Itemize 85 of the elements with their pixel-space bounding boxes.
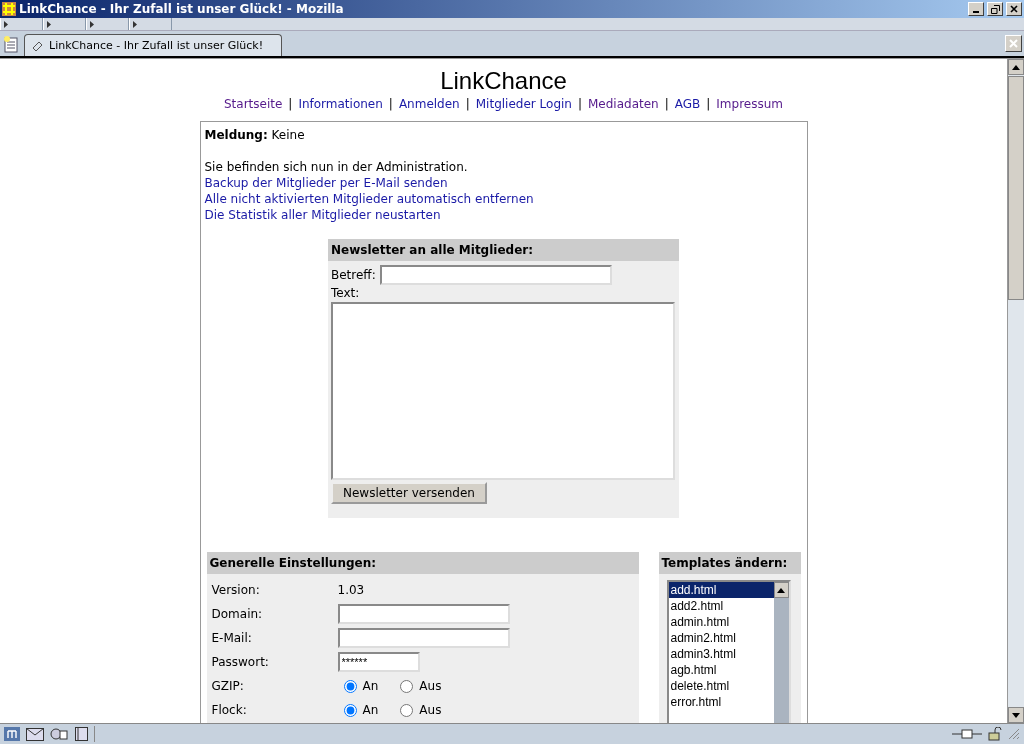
field-label: Version: (211, 583, 261, 597)
radio-button[interactable] (343, 679, 357, 693)
browser-tab[interactable]: LinkChance - Ihr Zufall ist unser Glück! (24, 34, 282, 56)
nav-link[interactable]: Mediadaten (588, 97, 659, 111)
caret-icon (47, 20, 51, 28)
field-label: Flock: (211, 703, 248, 717)
section-header: Templates ändern: (658, 552, 801, 574)
toolbar-grip[interactable] (43, 18, 86, 30)
field-label: GZIP: (211, 679, 245, 693)
up-arrow-icon (1012, 64, 1020, 70)
new-tab-icon[interactable] (2, 34, 20, 53)
toolbar-grip[interactable] (86, 18, 129, 30)
template-list[interactable]: add.html add2.html admin.html admin2.html admin3.html agb.html delete.html error.html (666, 580, 791, 723)
radio-button[interactable] (343, 703, 357, 717)
toolbar-grip[interactable] (0, 18, 43, 30)
caret-icon (133, 20, 137, 28)
list-item[interactable]: error.html (668, 694, 774, 710)
up-arrow-icon (777, 587, 785, 593)
radio-label: Aus (419, 703, 442, 717)
message-text: Meldung: Keine (204, 127, 306, 143)
input-field[interactable] (337, 604, 510, 624)
nav-link[interactable]: Informationen (298, 97, 383, 111)
scroll-down-button[interactable] (1008, 707, 1024, 723)
site-heading: LinkChance (440, 67, 567, 95)
close-icon (1010, 5, 1018, 13)
list-item[interactable]: add2.html (668, 598, 774, 614)
admin-link[interactable]: Die Statistik aller Mitglieder neustarten (204, 208, 441, 222)
subject-field[interactable] (379, 265, 612, 285)
nav-separator: | (664, 97, 669, 111)
password-field[interactable]: ****** (337, 652, 420, 672)
tag-icon (31, 39, 43, 52)
field-label: E-Mail: (211, 631, 253, 645)
version-value: 1.03 (337, 583, 366, 597)
radio-label: An (362, 679, 379, 693)
mail-icon[interactable] (26, 727, 44, 741)
caret-icon (90, 20, 94, 28)
unlocked-padlock-icon (988, 727, 1002, 741)
list-item[interactable]: add.html (668, 582, 774, 598)
field-label: Domain: (211, 607, 264, 621)
restore-icon (990, 4, 1000, 14)
scroll-up-button[interactable] (1008, 59, 1024, 75)
radio-button[interactable] (400, 703, 414, 717)
nav-link[interactable]: Mitglieder Login (475, 97, 572, 111)
scroll-thumb[interactable] (1008, 76, 1024, 300)
nav-separator: | (288, 97, 293, 111)
list-item[interactable]: delete.html (668, 678, 774, 694)
admin-link[interactable]: Alle nicht aktivierten Mitglieder automatisch entfernen (204, 192, 534, 206)
scrollbar[interactable] (1007, 59, 1024, 723)
caret-icon (4, 20, 8, 28)
nav-link[interactable]: AGB (674, 97, 701, 111)
admin-link[interactable]: Backup der Mitglieder per E-Mail senden (204, 176, 448, 190)
field-label: Passwort: (211, 655, 270, 669)
field-label: Betreff: (331, 268, 376, 282)
down-arrow-icon (1012, 712, 1020, 718)
nav-separator: | (577, 97, 582, 111)
nav-separator: | (388, 97, 393, 111)
send-newsletter-button[interactable]: Newsletter versenden (331, 482, 487, 504)
section-header: Generelle Einstellungen: (206, 552, 639, 574)
list-item[interactable]: agb.html (668, 662, 774, 678)
resize-grip-icon[interactable] (1008, 728, 1020, 740)
list-item[interactable]: admin3.html (668, 646, 774, 662)
list-item[interactable]: admin.html (668, 614, 774, 630)
close-tab-button[interactable] (1005, 35, 1022, 52)
nav-link[interactable]: Impressum (716, 97, 784, 111)
nav-separator: | (706, 97, 711, 111)
radio-label: Aus (419, 679, 442, 693)
close-button[interactable] (1006, 2, 1022, 16)
section-header: Newsletter an alle Mitglieder: (328, 239, 679, 261)
input-field[interactable] (337, 628, 510, 648)
close-icon (1009, 39, 1018, 48)
radio-label: An (362, 703, 379, 717)
restore-button[interactable] (987, 2, 1003, 16)
list-item[interactable]: admin2.html (668, 630, 774, 646)
m-letter-icon[interactable] (4, 727, 20, 741)
nav-link[interactable]: Startseite (223, 97, 283, 111)
window-title: LinkChance - Ihr Zufall ist unser Glück! - Mozilla (19, 2, 345, 16)
toolbar-grip[interactable] (129, 18, 172, 30)
nav-separator: | (465, 97, 470, 111)
field-label: Text: (331, 286, 360, 300)
nav-link[interactable]: Anmelden (398, 97, 460, 111)
grid-logo-icon (2, 2, 16, 16)
minimize-button[interactable] (968, 2, 984, 16)
notebook-icon[interactable] (74, 727, 88, 741)
radio-button[interactable] (400, 679, 414, 693)
intro-text: Sie befinden sich nun in der Administration. (204, 159, 469, 175)
